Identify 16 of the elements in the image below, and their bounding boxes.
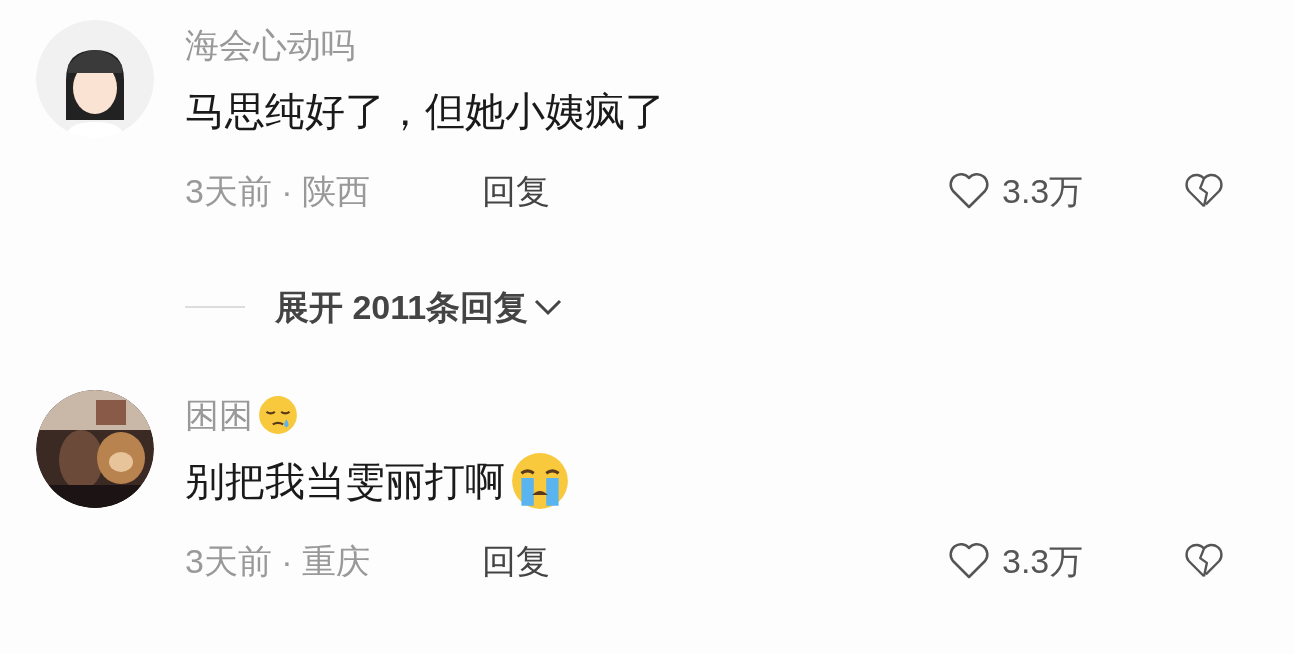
comment-text: 别把我当雯丽打啊 — [185, 458, 505, 505]
comment-meta: 3天前 · 陕西 — [185, 170, 372, 212]
broken-heart-icon[interactable] — [1184, 542, 1224, 580]
reply-link[interactable]: 回复 — [482, 535, 550, 587]
heart-icon[interactable] — [948, 542, 990, 580]
comment-text: 马思纯好了，但她小姨疯了 — [185, 88, 665, 135]
broken-heart-icon[interactable] — [1184, 172, 1224, 210]
reply-link[interactable]: 回复 — [482, 165, 550, 217]
heart-icon[interactable] — [948, 172, 990, 210]
sleepy-face-icon — [257, 394, 299, 436]
like-count: 3.3万 — [1002, 540, 1085, 582]
like-count: 3.3万 — [1002, 170, 1085, 212]
expand-replies-button[interactable]: 展开 2011条回复 — [275, 281, 565, 333]
avatar[interactable] — [36, 20, 154, 138]
comment-meta: 3天前 · 重庆 — [185, 540, 372, 582]
crying-face-icon — [509, 450, 571, 512]
